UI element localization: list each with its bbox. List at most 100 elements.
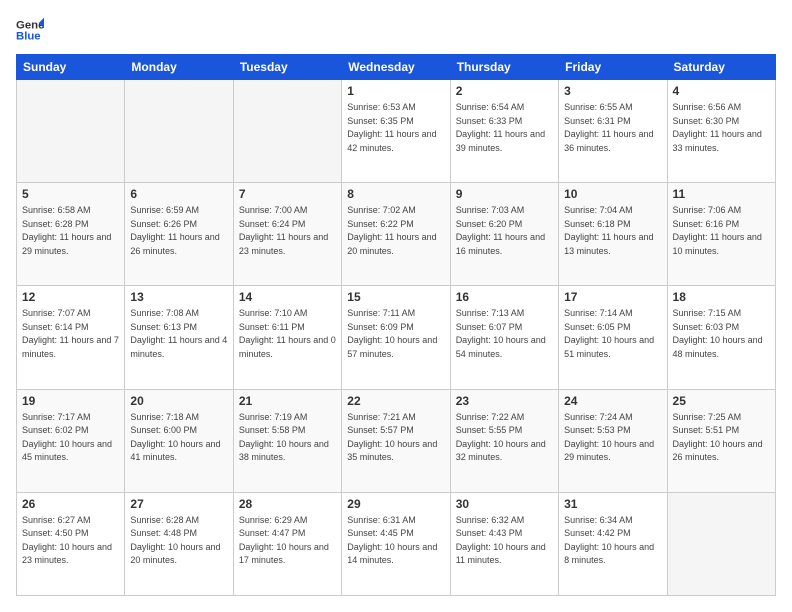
day-number: 2 <box>456 84 553 98</box>
day-info: Sunrise: 7:22 AMSunset: 5:55 PMDaylight:… <box>456 411 553 465</box>
day-number: 21 <box>239 394 336 408</box>
day-info: Sunrise: 6:32 AMSunset: 4:43 PMDaylight:… <box>456 514 553 568</box>
calendar-cell: 18 Sunrise: 7:15 AMSunset: 6:03 PMDayligh… <box>667 286 775 389</box>
calendar-cell: 13Sunrise: 7:08 AMSunset: 6:13 PMDayligh… <box>125 286 233 389</box>
page: General Blue SundayMondayTuesdayWednesda… <box>0 0 792 612</box>
calendar-cell: 23 Sunrise: 7:22 AMSunset: 5:55 PMDayligh… <box>450 389 558 492</box>
calendar-cell: 2 Sunrise: 6:54 AMSunset: 6:33 PMDaylight… <box>450 80 558 183</box>
weekday-header-tuesday: Tuesday <box>233 55 341 80</box>
calendar-cell: 20 Sunrise: 7:18 AMSunset: 6:00 PMDayligh… <box>125 389 233 492</box>
day-info: Sunrise: 6:53 AMSunset: 6:35 PMDaylight:… <box>347 101 444 155</box>
calendar-cell <box>667 492 775 595</box>
logo: General Blue <box>16 16 44 44</box>
calendar-cell: 30 Sunrise: 6:32 AMSunset: 4:43 PMDayligh… <box>450 492 558 595</box>
calendar-cell: 17 Sunrise: 7:14 AMSunset: 6:05 PMDayligh… <box>559 286 667 389</box>
day-number: 23 <box>456 394 553 408</box>
weekday-header-thursday: Thursday <box>450 55 558 80</box>
day-number: 6 <box>130 187 227 201</box>
calendar-cell: 29Sunrise: 6:31 AMSunset: 4:45 PMDayligh… <box>342 492 450 595</box>
calendar-cell: 27 Sunrise: 6:28 AMSunset: 4:48 PMDayligh… <box>125 492 233 595</box>
day-info: Sunrise: 7:14 AMSunset: 6:05 PMDaylight:… <box>564 307 661 361</box>
day-info: Sunrise: 6:28 AMSunset: 4:48 PMDaylight:… <box>130 514 227 568</box>
day-info: Sunrise: 7:24 AMSunset: 5:53 PMDaylight:… <box>564 411 661 465</box>
calendar-cell: 16 Sunrise: 7:13 AMSunset: 6:07 PMDayligh… <box>450 286 558 389</box>
calendar-cell: 3 Sunrise: 6:55 AMSunset: 6:31 PMDaylight… <box>559 80 667 183</box>
day-number: 25 <box>673 394 770 408</box>
day-info: Sunrise: 7:11 AMSunset: 6:09 PMDaylight:… <box>347 307 444 361</box>
day-info: Sunrise: 7:00 AMSunset: 6:24 PMDaylight:… <box>239 204 336 258</box>
calendar-cell <box>17 80 125 183</box>
week-row-3: 12Sunrise: 7:07 AMSunset: 6:14 PMDayligh… <box>17 286 776 389</box>
header: General Blue <box>16 16 776 44</box>
calendar-cell: 21 Sunrise: 7:19 AMSunset: 5:58 PMDayligh… <box>233 389 341 492</box>
weekday-header-sunday: Sunday <box>17 55 125 80</box>
day-info: Sunrise: 6:59 AMSunset: 6:26 PMDaylight:… <box>130 204 227 258</box>
calendar-cell: 26 Sunrise: 6:27 AMSunset: 4:50 PMDayligh… <box>17 492 125 595</box>
day-number: 26 <box>22 497 119 511</box>
day-number: 4 <box>673 84 770 98</box>
week-row-4: 19Sunrise: 7:17 AMSunset: 6:02 PMDayligh… <box>17 389 776 492</box>
day-info: Sunrise: 7:17 AMSunset: 6:02 PMDaylight:… <box>22 411 119 465</box>
day-number: 31 <box>564 497 661 511</box>
calendar-cell: 5Sunrise: 6:58 AMSunset: 6:28 PMDaylight… <box>17 183 125 286</box>
calendar-cell: 31 Sunrise: 6:34 AMSunset: 4:42 PMDayligh… <box>559 492 667 595</box>
day-info: Sunrise: 6:34 AMSunset: 4:42 PMDaylight:… <box>564 514 661 568</box>
calendar-cell: 7 Sunrise: 7:00 AMSunset: 6:24 PMDaylight… <box>233 183 341 286</box>
day-number: 9 <box>456 187 553 201</box>
day-info: Sunrise: 6:54 AMSunset: 6:33 PMDaylight:… <box>456 101 553 155</box>
calendar-cell: 14 Sunrise: 7:10 AMSunset: 6:11 PMDayligh… <box>233 286 341 389</box>
week-row-1: 1 Sunrise: 6:53 AMSunset: 6:35 PMDaylight… <box>17 80 776 183</box>
day-number: 14 <box>239 290 336 304</box>
calendar-cell: 15Sunrise: 7:11 AMSunset: 6:09 PMDayligh… <box>342 286 450 389</box>
calendar-cell: 1 Sunrise: 6:53 AMSunset: 6:35 PMDaylight… <box>342 80 450 183</box>
day-number: 13 <box>130 290 227 304</box>
day-number: 24 <box>564 394 661 408</box>
calendar-cell: 6 Sunrise: 6:59 AMSunset: 6:26 PMDaylight… <box>125 183 233 286</box>
calendar-cell: 11 Sunrise: 7:06 AMSunset: 6:16 PMDayligh… <box>667 183 775 286</box>
week-row-5: 26 Sunrise: 6:27 AMSunset: 4:50 PMDayligh… <box>17 492 776 595</box>
weekday-header-wednesday: Wednesday <box>342 55 450 80</box>
calendar-cell: 19Sunrise: 7:17 AMSunset: 6:02 PMDayligh… <box>17 389 125 492</box>
calendar-cell: 4 Sunrise: 6:56 AMSunset: 6:30 PMDaylight… <box>667 80 775 183</box>
day-info: Sunrise: 6:56 AMSunset: 6:30 PMDaylight:… <box>673 101 770 155</box>
day-number: 1 <box>347 84 444 98</box>
day-info: Sunrise: 7:13 AMSunset: 6:07 PMDaylight:… <box>456 307 553 361</box>
day-info: Sunrise: 7:06 AMSunset: 6:16 PMDaylight:… <box>673 204 770 258</box>
day-info: Sunrise: 7:04 AMSunset: 6:18 PMDaylight:… <box>564 204 661 258</box>
day-info: Sunrise: 7:18 AMSunset: 6:00 PMDaylight:… <box>130 411 227 465</box>
day-info: Sunrise: 6:27 AMSunset: 4:50 PMDaylight:… <box>22 514 119 568</box>
day-info: Sunrise: 7:21 AMSunset: 5:57 PMDaylight:… <box>347 411 444 465</box>
day-number: 11 <box>673 187 770 201</box>
weekday-header-saturday: Saturday <box>667 55 775 80</box>
day-number: 3 <box>564 84 661 98</box>
calendar-cell: 9 Sunrise: 7:03 AMSunset: 6:20 PMDaylight… <box>450 183 558 286</box>
calendar-cell: 22 Sunrise: 7:21 AMSunset: 5:57 PMDayligh… <box>342 389 450 492</box>
day-info: Sunrise: 7:15 AMSunset: 6:03 PMDaylight:… <box>673 307 770 361</box>
calendar-cell: 24 Sunrise: 7:24 AMSunset: 5:53 PMDayligh… <box>559 389 667 492</box>
day-number: 18 <box>673 290 770 304</box>
day-info: Sunrise: 7:02 AMSunset: 6:22 PMDaylight:… <box>347 204 444 258</box>
svg-text:General: General <box>16 19 44 31</box>
calendar-cell <box>233 80 341 183</box>
day-number: 22 <box>347 394 444 408</box>
week-row-2: 5Sunrise: 6:58 AMSunset: 6:28 PMDaylight… <box>17 183 776 286</box>
day-info: Sunrise: 6:55 AMSunset: 6:31 PMDaylight:… <box>564 101 661 155</box>
day-info: Sunrise: 6:31 AMSunset: 4:45 PMDaylight:… <box>347 514 444 568</box>
calendar-cell: 8 Sunrise: 7:02 AMSunset: 6:22 PMDaylight… <box>342 183 450 286</box>
day-number: 27 <box>130 497 227 511</box>
calendar-cell <box>125 80 233 183</box>
day-number: 16 <box>456 290 553 304</box>
calendar-cell: 28Sunrise: 6:29 AMSunset: 4:47 PMDayligh… <box>233 492 341 595</box>
weekday-header-monday: Monday <box>125 55 233 80</box>
day-info: Sunrise: 6:29 AMSunset: 4:47 PMDaylight:… <box>239 514 336 568</box>
day-number: 7 <box>239 187 336 201</box>
day-info: Sunrise: 7:10 AMSunset: 6:11 PMDaylight:… <box>239 307 336 361</box>
day-number: 17 <box>564 290 661 304</box>
logo-icon: General Blue <box>16 16 44 44</box>
day-number: 30 <box>456 497 553 511</box>
day-info: Sunrise: 7:19 AMSunset: 5:58 PMDaylight:… <box>239 411 336 465</box>
day-number: 8 <box>347 187 444 201</box>
day-info: Sunrise: 7:03 AMSunset: 6:20 PMDaylight:… <box>456 204 553 258</box>
day-number: 20 <box>130 394 227 408</box>
calendar-table: SundayMondayTuesdayWednesdayThursdayFrid… <box>16 54 776 596</box>
